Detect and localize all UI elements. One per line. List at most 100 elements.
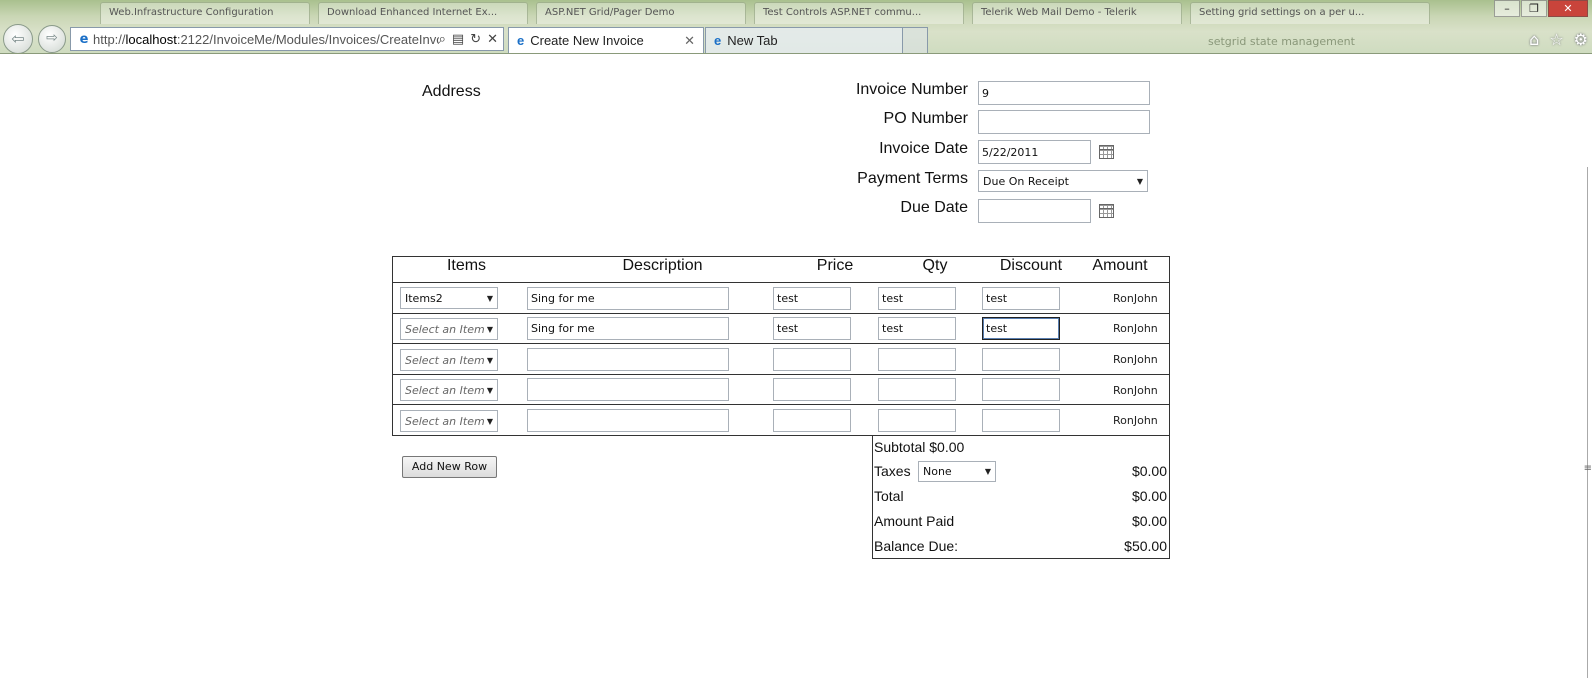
- taxes-select[interactable]: None ▼: [918, 461, 996, 482]
- payment-terms-value: Due On Receipt: [983, 174, 1069, 188]
- description-input[interactable]: [527, 348, 729, 371]
- qty-input[interactable]: [878, 348, 956, 371]
- due-date-row: Due Date: [820, 199, 1180, 225]
- back-arrow-icon: ⇦: [11, 29, 25, 48]
- bg-tab-1[interactable]: Web.Infrastructure Configuration: [100, 2, 310, 24]
- po-number-input[interactable]: [978, 110, 1150, 134]
- total-label: Total: [874, 488, 904, 504]
- row-divider: [393, 343, 1169, 344]
- search-icon[interactable]: ⌕: [439, 32, 446, 47]
- minimize-icon[interactable]: –: [1494, 0, 1520, 17]
- price-input[interactable]: [773, 348, 851, 371]
- discount-input[interactable]: [982, 409, 1060, 432]
- tab-new-tab[interactable]: e New Tab: [705, 27, 903, 53]
- compatibility-view-icon[interactable]: ▤: [452, 32, 464, 47]
- taxes-value: $0.00: [1131, 463, 1167, 479]
- close-tab-icon[interactable]: ✕: [684, 33, 695, 49]
- address-tools: ⌕ ▤ ↻ ✕: [439, 32, 503, 47]
- amount-value: RonJohn: [1113, 292, 1158, 305]
- payment-terms-select[interactable]: Due On Receipt ▼: [978, 170, 1148, 192]
- qty-input[interactable]: [878, 317, 956, 340]
- invoice-date-input[interactable]: [978, 140, 1091, 164]
- discount-input[interactable]: [982, 378, 1060, 401]
- discount-input[interactable]: [982, 317, 1060, 340]
- back-button[interactable]: ⇦: [3, 24, 33, 53]
- restore-icon[interactable]: ❐: [1521, 0, 1547, 17]
- qty-input[interactable]: [878, 287, 956, 310]
- tab-create-new-invoice[interactable]: e Create New Invoice ✕: [508, 27, 704, 53]
- calendar-icon[interactable]: [1099, 145, 1114, 159]
- taxes-select-value: None: [923, 465, 952, 478]
- total-value: $0.00: [1131, 488, 1167, 504]
- chevron-down-icon: ▼: [486, 385, 493, 395]
- price-input[interactable]: [773, 287, 851, 310]
- browser-toolbar: ⌂ ☆ ⚙: [1529, 30, 1588, 49]
- new-tab-button[interactable]: [902, 27, 928, 53]
- faint-background-text: setgrid state management: [1208, 35, 1355, 48]
- po-number-label: PO Number: [883, 110, 968, 127]
- subtotal-label: Subtotal $0.00: [874, 439, 965, 455]
- amount-value: RonJohn: [1113, 353, 1158, 366]
- close-window-icon[interactable]: ✕: [1548, 0, 1588, 17]
- row-divider: [393, 282, 1169, 283]
- description-input[interactable]: [527, 287, 729, 310]
- bg-tab-6[interactable]: Setting grid settings on a per u...: [1190, 2, 1430, 24]
- item-select[interactable]: Select an Item ▼: [400, 318, 498, 340]
- balance-due-value: $50.00: [1124, 538, 1167, 554]
- home-icon[interactable]: ⌂: [1529, 30, 1539, 49]
- description-input[interactable]: [527, 317, 729, 340]
- item-select-value: Select an Item: [405, 383, 485, 397]
- stop-icon[interactable]: ✕: [487, 32, 498, 47]
- bg-tab-2[interactable]: Download Enhanced Internet Ex...: [318, 2, 528, 24]
- invoice-number-input[interactable]: [978, 81, 1150, 105]
- forward-button[interactable]: ⇨: [38, 25, 66, 53]
- refresh-icon[interactable]: ↻: [470, 32, 481, 47]
- chevron-down-icon: ▼: [1136, 176, 1143, 186]
- bg-tab-4[interactable]: Test Controls ASP.NET commu...: [754, 2, 964, 24]
- column-header-discount: Discount: [999, 257, 1063, 274]
- row-divider: [393, 404, 1169, 405]
- item-select-value: Select an Item: [405, 414, 485, 428]
- chevron-down-icon: ▼: [486, 355, 493, 365]
- vertical-scrollbar[interactable]: ≡: [1563, 55, 1592, 678]
- window-controls: – ❐ ✕: [1493, 0, 1588, 17]
- ie-tab-icon: e: [714, 33, 722, 48]
- qty-input[interactable]: [878, 378, 956, 401]
- discount-input[interactable]: [982, 287, 1060, 310]
- description-input[interactable]: [527, 378, 729, 401]
- add-new-row-button[interactable]: Add New Row: [402, 456, 497, 478]
- address-url[interactable]: http://localhost:2122/InvoiceMe/Modules/…: [93, 32, 439, 47]
- item-select[interactable]: Select an Item ▼: [400, 410, 498, 432]
- column-header-amount: Amount: [1092, 257, 1148, 274]
- gear-icon[interactable]: ⚙: [1574, 30, 1588, 49]
- price-input[interactable]: [773, 378, 851, 401]
- address-bar[interactable]: e http://localhost:2122/InvoiceMe/Module…: [70, 27, 504, 51]
- item-select[interactable]: Select an Item ▼: [400, 349, 498, 371]
- column-header-price: Price: [816, 257, 854, 274]
- ie-tab-icon: e: [517, 33, 525, 48]
- bg-tab-3[interactable]: ASP.NET Grid/Pager Demo: [536, 2, 746, 24]
- item-select[interactable]: Select an Item ▼: [400, 379, 498, 401]
- browser-chrome: Web.Infrastructure Configuration Downloa…: [0, 0, 1592, 54]
- discount-input[interactable]: [982, 348, 1060, 371]
- scrollbar-thumb[interactable]: [1587, 167, 1592, 678]
- calendar-icon[interactable]: [1099, 204, 1114, 218]
- invoice-date-label: Invoice Date: [879, 140, 968, 157]
- amount-paid-row: Amount Paid $0.00: [873, 513, 1169, 535]
- address-label: Address: [422, 83, 481, 100]
- due-date-input[interactable]: [978, 199, 1091, 223]
- payment-terms-row: Payment Terms Due On Receipt ▼: [820, 170, 1180, 196]
- forward-arrow-icon: ⇨: [46, 30, 58, 46]
- description-input[interactable]: [527, 409, 729, 432]
- chevron-down-icon: ▼: [486, 416, 493, 426]
- totals-panel: Subtotal $0.00 Taxes None ▼ $0.00 Total …: [872, 436, 1170, 559]
- favorites-star-icon[interactable]: ☆: [1549, 30, 1563, 49]
- qty-input[interactable]: [878, 409, 956, 432]
- bg-tab-5[interactable]: Telerik Web Mail Demo - Telerik: [972, 2, 1182, 24]
- price-input[interactable]: [773, 409, 851, 432]
- item-select[interactable]: Items2 ▼: [400, 287, 498, 309]
- due-date-label: Due Date: [900, 199, 968, 216]
- taxes-label: Taxes: [874, 463, 911, 479]
- subtotal-row: Subtotal $0.00: [873, 439, 1169, 461]
- price-input[interactable]: [773, 317, 851, 340]
